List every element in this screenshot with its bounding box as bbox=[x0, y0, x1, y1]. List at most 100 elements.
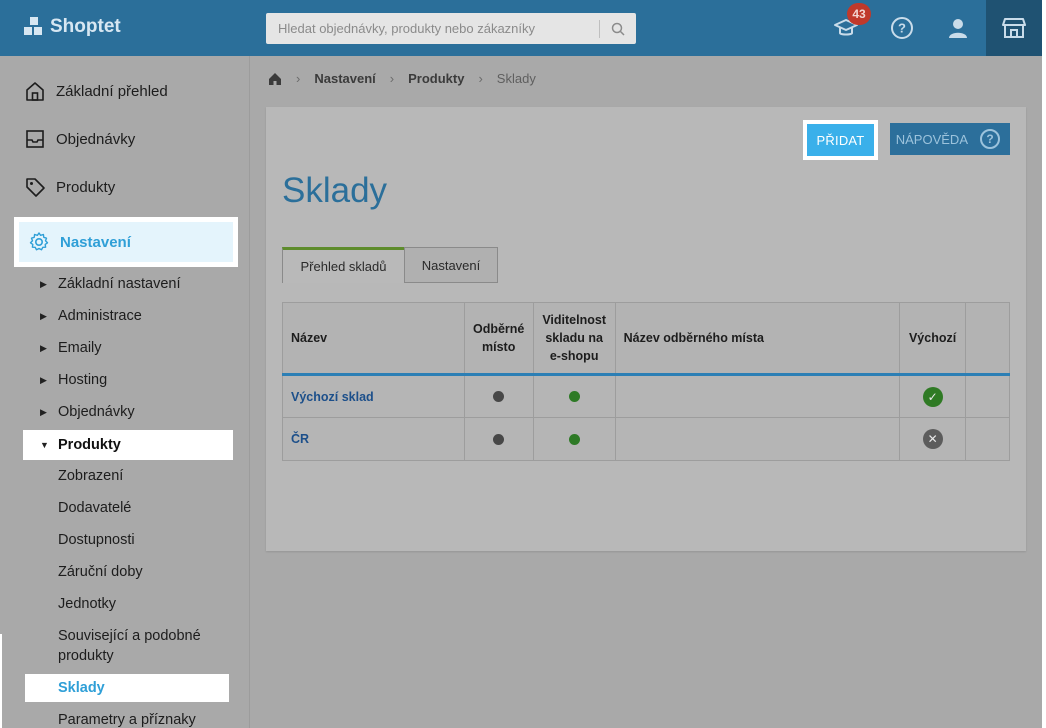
pickup-cell bbox=[463, 374, 534, 418]
help-button-label: NÁPOVĚDA bbox=[895, 131, 968, 147]
gear-icon bbox=[29, 232, 49, 251]
caret-right-icon: ▶ bbox=[40, 406, 47, 417]
sidebar-subitem-label: Emaily bbox=[58, 340, 102, 356]
user-icon bbox=[949, 19, 967, 38]
sidebar-leaf-warehouses[interactable]: Sklady bbox=[25, 674, 229, 702]
table-row: ČR ✕ bbox=[282, 417, 1010, 461]
inbox-icon bbox=[26, 130, 44, 148]
sidebar-item-products[interactable]: Produkty bbox=[24, 175, 115, 199]
pickup-name-cell bbox=[614, 417, 901, 461]
shoptet-logo[interactable]: Shoptet bbox=[24, 16, 121, 38]
check-circle-icon: ✓ bbox=[922, 386, 943, 407]
sidebar: Základní přehled Objednávky Produkty Nas… bbox=[0, 56, 250, 728]
sidebar-item-label: Nastavení bbox=[60, 233, 131, 251]
caret-right-icon: ▶ bbox=[40, 278, 47, 289]
search-button[interactable] bbox=[600, 13, 636, 44]
actions-cell bbox=[965, 417, 1010, 461]
column-header-default: Výchozí bbox=[899, 302, 967, 376]
pickup-name-cell bbox=[614, 374, 901, 418]
sidebar-leaf-units[interactable]: Jednotky bbox=[58, 594, 116, 614]
add-button-highlight: PŘIDAT bbox=[803, 120, 878, 160]
sidebar-leaf-related-products[interactable]: Související a podobné produkty bbox=[58, 626, 228, 666]
sidebar-leaf-suppliers[interactable]: Dodavatelé bbox=[58, 498, 131, 518]
pickup-cell bbox=[463, 417, 534, 461]
sidebar-subitem-basic-settings[interactable]: ▶ Základní nastavení bbox=[40, 273, 181, 295]
breadcrumb-settings[interactable]: Nastavení bbox=[314, 71, 375, 86]
column-header-pickup: Odběrné místo bbox=[463, 302, 534, 376]
caret-right-icon: ▶ bbox=[40, 374, 47, 385]
warehouses-table: Název Odběrné místo Viditelnost skladu n… bbox=[282, 302, 1010, 461]
x-circle-icon[interactable]: ✕ bbox=[922, 429, 943, 449]
sidebar-item-label: Základní přehled bbox=[56, 82, 168, 100]
sidebar-leaf-warranty[interactable]: Záruční doby bbox=[58, 562, 143, 582]
breadcrumb-separator: › bbox=[478, 71, 483, 86]
sidebar-item-orders[interactable]: Objednávky bbox=[24, 127, 135, 151]
warehouse-name-link[interactable]: Výchozí sklad bbox=[282, 374, 465, 418]
help-top-button[interactable]: ? bbox=[888, 14, 916, 42]
caret-down-icon: ▼ bbox=[40, 440, 49, 450]
default-cell: ✓ bbox=[899, 374, 967, 418]
page-title: Sklady bbox=[282, 171, 388, 210]
sidebar-subitem-hosting[interactable]: ▶ Hosting bbox=[40, 369, 107, 391]
sidebar-subitem-label: Objednávky bbox=[58, 404, 135, 420]
question-circle-icon: ? bbox=[980, 129, 1000, 149]
search-bar[interactable]: Hledat objednávky, produkty nebo zákazní… bbox=[266, 13, 636, 44]
svg-text:?: ? bbox=[898, 21, 906, 36]
logo-mark-icon bbox=[24, 17, 44, 37]
sidebar-subitem-label: Administrace bbox=[58, 308, 142, 324]
tag-icon bbox=[26, 178, 45, 197]
column-header-visibility: Viditelnost skladu na e-shopu bbox=[532, 302, 616, 376]
default-cell: ✕ bbox=[899, 417, 967, 461]
breadcrumb-separator: › bbox=[296, 71, 301, 86]
caret-right-icon: ▶ bbox=[40, 310, 47, 321]
sidebar-subitem-label: Produkty bbox=[58, 437, 121, 453]
content-panel: PŘIDAT NÁPOVĚDA ? Sklady Přehled skladů … bbox=[266, 107, 1026, 551]
sidebar-leaf-parameters[interactable]: Parametry a příznaky bbox=[58, 710, 196, 728]
status-dot-active bbox=[568, 391, 580, 402]
sidebar-subitem-emails[interactable]: ▶ Emaily bbox=[40, 337, 102, 359]
table-header-row: Název Odběrné místo Viditelnost skladu n… bbox=[282, 302, 1010, 376]
caret-right-icon: ▶ bbox=[40, 342, 47, 353]
column-header-name[interactable]: Název bbox=[282, 302, 465, 376]
tab-warehouse-overview[interactable]: Přehled skladů bbox=[282, 247, 405, 283]
home-icon[interactable] bbox=[268, 72, 282, 86]
sidebar-subitem-label: Základní nastavení bbox=[58, 276, 181, 292]
focus-edge bbox=[0, 634, 2, 728]
breadcrumb: › Nastavení › Produkty › Sklady bbox=[268, 71, 536, 86]
warehouse-name-link[interactable]: ČR bbox=[282, 417, 465, 461]
brand-name: Shoptet bbox=[50, 16, 121, 37]
question-circle-icon: ? bbox=[891, 17, 913, 39]
help-button[interactable]: NÁPOVĚDA ? bbox=[890, 123, 1010, 155]
tab-bar: Přehled skladů Nastavení bbox=[282, 247, 498, 283]
breadcrumb-separator: › bbox=[389, 71, 395, 86]
focus-edge bbox=[1042, 0, 1046, 728]
settings-highlight: Nastavení bbox=[19, 222, 233, 262]
breadcrumb-current: Sklady bbox=[496, 71, 536, 86]
sidebar-subitem-orders[interactable]: ▶ Objednávky bbox=[40, 401, 135, 423]
sidebar-item-label: Objednávky bbox=[56, 130, 136, 148]
tab-settings[interactable]: Nastavení bbox=[404, 247, 498, 283]
add-button[interactable]: PŘIDAT bbox=[807, 124, 874, 156]
column-header-actions bbox=[965, 302, 1010, 376]
actions-cell bbox=[965, 374, 1010, 418]
top-bar: Shoptet Hledat objednávky, produkty nebo… bbox=[0, 0, 1046, 56]
status-dot-inactive bbox=[493, 433, 505, 445]
sidebar-subitem-administration[interactable]: ▶ Administrace bbox=[40, 305, 142, 327]
sidebar-item-settings[interactable]: Nastavení bbox=[14, 217, 238, 267]
sidebar-subitem-label: Hosting bbox=[58, 372, 108, 388]
status-dot-active bbox=[568, 433, 580, 445]
sidebar-leaf-availability[interactable]: Dostupnosti bbox=[58, 530, 135, 550]
visibility-cell bbox=[532, 417, 616, 461]
breadcrumb-products[interactable]: Produkty bbox=[408, 71, 464, 86]
search-input[interactable]: Hledat objednávky, produkty nebo zákazní… bbox=[266, 21, 599, 36]
sidebar-item-dashboard[interactable]: Základní přehled bbox=[24, 79, 168, 103]
sidebar-item-label: Produkty bbox=[56, 178, 116, 196]
home-icon bbox=[26, 82, 44, 101]
status-dot-inactive bbox=[493, 391, 505, 402]
notification-badge[interactable]: 43 bbox=[847, 3, 871, 25]
user-button[interactable] bbox=[944, 14, 972, 42]
sidebar-leaf-display[interactable]: Zobrazení bbox=[58, 466, 123, 486]
store-button[interactable] bbox=[986, 0, 1042, 56]
sidebar-subitem-products[interactable]: ▼ Produkty bbox=[23, 430, 233, 460]
visibility-cell bbox=[532, 374, 616, 418]
